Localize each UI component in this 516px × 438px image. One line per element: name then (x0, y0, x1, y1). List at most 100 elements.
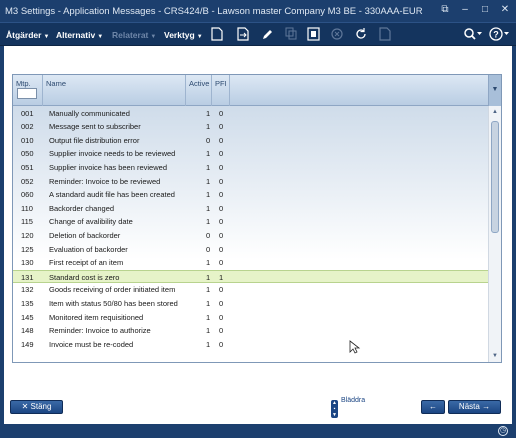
cell-pfi: 0 (219, 244, 224, 254)
cell-pfi: 0 (219, 230, 224, 240)
grid-header: Mtp. Name Active PFI ▼ (13, 75, 501, 106)
column-header-mtp[interactable]: Mtp. (13, 75, 43, 106)
column-header-name[interactable]: Name (43, 75, 186, 106)
cell-mtp: 132 (21, 285, 34, 295)
table-row[interactable]: 130 First receipt of an item 1 0 (13, 256, 488, 270)
delete-icon[interactable] (330, 27, 344, 41)
cell-name: Reminder: Invoice to authorize (49, 326, 151, 336)
table-row[interactable]: 060 A standard audit file has been create… (13, 188, 488, 202)
table-row[interactable]: 132 Goods receiving of order initiated it… (13, 283, 488, 297)
cell-name: Output file distribution error (49, 135, 140, 145)
next-arrow-icon: → (482, 402, 491, 411)
cell-active: 1 (206, 339, 211, 349)
back-arrow-icon: ← (429, 402, 437, 411)
mouse-cursor-icon (349, 340, 361, 354)
status-info-icon[interactable]: ◷ (498, 426, 508, 436)
edit-icon[interactable] (260, 27, 274, 41)
cell-pfi: 0 (219, 312, 224, 322)
table-row[interactable]: 148 Reminder: Invoice to authorize 1 0 (13, 324, 488, 338)
zoom-icon[interactable] (462, 27, 484, 41)
cell-name: Evaluation of backorder (49, 244, 128, 254)
close-x-icon: ✕ (21, 402, 29, 411)
menu-related[interactable]: Relaterat ▼ (112, 30, 156, 40)
column-header-active[interactable]: Active (186, 75, 212, 106)
status-bar: ◷ (0, 424, 516, 438)
column-header-empty (230, 75, 488, 106)
table-row[interactable]: 002 Message sent to subscriber 1 0 (13, 120, 488, 134)
browse-icon[interactable]: ▲ ▪ ▼ (331, 400, 338, 418)
column-header-pfi[interactable]: PFI (212, 75, 230, 106)
cell-name: Supplier invoice has been reviewed (49, 162, 167, 172)
cell-name: Manually communicated (49, 108, 130, 118)
maximize-icon[interactable]: □ (478, 3, 492, 17)
cell-name: Standard cost is zero (49, 272, 120, 282)
cell-name: Backorder changed (49, 203, 115, 213)
table-row[interactable]: 001 Manually communicated 1 0 (13, 107, 488, 121)
cell-mtp: 148 (21, 326, 34, 336)
browse-label[interactable]: Bläddra (341, 397, 365, 404)
next-button[interactable]: Nästa → (448, 400, 501, 414)
cell-name: Reminder: Invoice to be reviewed (49, 176, 161, 186)
table-row[interactable]: 135 Item with status 50/80 has been store… (13, 297, 488, 311)
cell-mtp: 010 (21, 135, 34, 145)
cell-pfi: 0 (219, 203, 224, 213)
cell-mtp: 002 (21, 122, 34, 132)
close-icon[interactable]: ✕ (498, 3, 512, 17)
cell-pfi: 0 (219, 298, 224, 308)
table-row[interactable]: 120 Deletion of backorder 0 0 (13, 229, 488, 243)
table-row[interactable]: 145 Monitored item requisitioned 1 0 (13, 311, 488, 325)
open-icon[interactable] (236, 27, 250, 41)
menu-alternative[interactable]: Alternativ ▼ (56, 30, 103, 40)
table-row[interactable]: 149 Invoice must be re-coded 1 0 (13, 338, 488, 352)
copy-icon[interactable] (284, 27, 298, 41)
table-row[interactable]: 050 Supplier invoice needs to be reviewed… (13, 147, 488, 161)
minimize-icon[interactable]: – (458, 3, 472, 17)
cell-active: 1 (206, 298, 211, 308)
window-title: M3 Settings - Application Messages - CRS… (5, 6, 423, 17)
cell-active: 1 (206, 162, 211, 172)
menu-tools[interactable]: Verktyg ▼ (164, 30, 203, 40)
cell-active: 0 (206, 244, 211, 254)
scrollbar-thumb[interactable] (491, 121, 499, 233)
cell-mtp: 051 (21, 162, 34, 172)
cell-name: A standard audit file has been created (49, 190, 175, 200)
new-icon[interactable] (210, 27, 224, 41)
help-icon[interactable]: ? (488, 27, 512, 41)
vertical-scrollbar[interactable]: ▲ ▼ (488, 106, 501, 362)
table-row[interactable]: 115 Change of avalibility date 1 0 (13, 215, 488, 229)
table-row[interactable]: 010 Output file distribution error 0 0 (13, 134, 488, 148)
table-row[interactable]: 131 Standard cost is zero 1 1 (13, 269, 488, 284)
scroll-up-icon[interactable]: ▲ (489, 107, 501, 117)
cell-name: Supplier invoice needs to be reviewed (49, 149, 176, 159)
restore-icon[interactable]: ⧉ (438, 3, 452, 17)
scroll-down-icon[interactable]: ▼ (489, 351, 501, 361)
cell-name: Goods receiving of order initiated item (49, 285, 176, 295)
print-icon[interactable] (378, 27, 392, 41)
cell-name: Deletion of backorder (49, 230, 121, 240)
close-button[interactable]: ✕ Stäng (10, 400, 63, 414)
cell-active: 1 (206, 149, 211, 159)
cell-pfi: 1 (219, 272, 224, 282)
toolbar: Åtgärder ▼ Alternativ ▼ Relaterat ▼ Verktyg… (0, 22, 516, 46)
cell-mtp: 145 (21, 312, 34, 322)
cell-pfi: 0 (219, 217, 224, 227)
cell-active: 1 (206, 108, 211, 118)
refresh-icon[interactable] (354, 27, 368, 41)
cell-pfi: 0 (219, 339, 224, 349)
cell-pfi: 0 (219, 285, 224, 295)
window-controls: ⧉ – □ ✕ (438, 3, 512, 17)
table-row[interactable]: 110 Backorder changed 1 0 (13, 202, 488, 216)
cell-active: 1 (206, 122, 211, 132)
cell-mtp: 052 (21, 176, 34, 186)
column-chooser-icon[interactable]: ▼ (488, 75, 501, 106)
cell-pfi: 0 (219, 135, 224, 145)
display-icon[interactable] (306, 27, 320, 41)
table-row[interactable]: 052 Reminder: Invoice to be reviewed 1 0 (13, 175, 488, 189)
menu-actions[interactable]: Åtgärder ▼ (6, 30, 49, 40)
table-row[interactable]: 051 Supplier invoice has been reviewed 1 0 (13, 161, 488, 175)
mtp-filter-input[interactable] (17, 88, 37, 99)
table-row[interactable]: 125 Evaluation of backorder 0 0 (13, 243, 488, 257)
cell-active: 1 (206, 190, 211, 200)
grid-rows: 001 Manually communicated 1 0 002 Message sen… (13, 106, 488, 362)
back-button[interactable]: ← (421, 400, 445, 414)
